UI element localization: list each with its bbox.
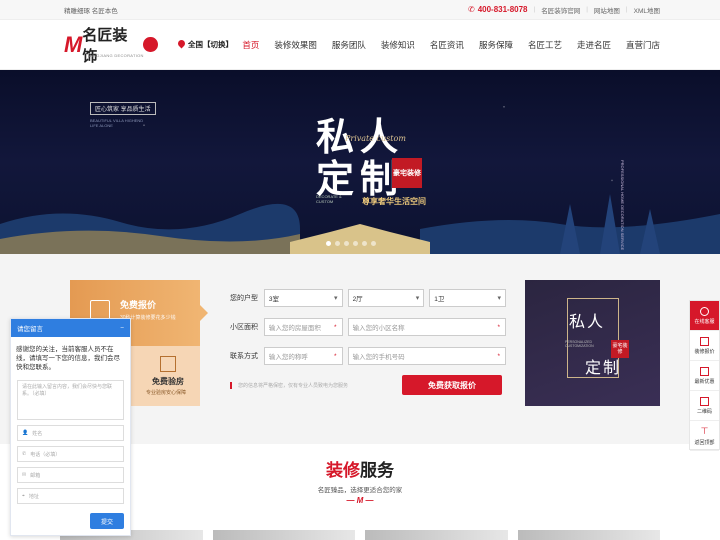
- slider-dot[interactable]: [326, 241, 331, 246]
- phone-field[interactable]: ✆ 电话（必填）: [17, 446, 124, 462]
- nav-knowledge[interactable]: 装修知识: [381, 39, 415, 51]
- phone-input[interactable]: 输入您的手机号码 *: [347, 347, 506, 365]
- thumbnail[interactable]: [517, 530, 660, 540]
- logo[interactable]: M 名匠装饰 MINGJIANG DECORATION: [64, 27, 158, 65]
- banner-slogan: 尊享奢华生活空间: [362, 197, 426, 206]
- city-switcher[interactable]: 全国【切换】: [178, 39, 233, 50]
- banner-tag-sub: BEAUTIFUL VILLA HIGHEND LIFE ALONE: [90, 118, 144, 128]
- arrow-up-icon: ⊤: [700, 425, 709, 436]
- thumbnail[interactable]: [365, 530, 508, 540]
- slider-dot[interactable]: [371, 241, 376, 246]
- banner-vertical-text: PROFESSIONAL HOME DECORATION SERVICE: [620, 160, 625, 251]
- area-input[interactable]: 输入您的房屋面积 *: [263, 318, 343, 336]
- nav-renderings[interactable]: 装修效果图: [274, 39, 317, 51]
- chat-intro: 感谢您的关注，当前客服人员不在线，请填写一下您的信息，我们会尽快和您联系。: [16, 346, 120, 371]
- slider-dot[interactable]: [344, 241, 349, 246]
- baths-select[interactable]: 1卫: [429, 289, 506, 307]
- nav-craft[interactable]: 名匠工艺: [528, 39, 562, 51]
- slider-dot[interactable]: [353, 241, 358, 246]
- sidebar-qrcode[interactable]: 二维码: [690, 391, 719, 421]
- phone-number: 400-831-8078: [477, 5, 528, 14]
- rooms-select[interactable]: 3室: [263, 289, 343, 307]
- gift-icon: [700, 366, 709, 376]
- phone-icon: ✆: [22, 451, 27, 457]
- xml-sitemap-link[interactable]: XML地图: [634, 5, 660, 15]
- topbar-right: ✆ 400-831-8078 | 名匠装饰官网 | 网站地图 | XML地图: [467, 5, 660, 15]
- sidebar-online-service[interactable]: 在线客服: [690, 301, 719, 331]
- banner-script: Private custom: [345, 134, 406, 143]
- sitemap-link[interactable]: 网站地图: [594, 5, 620, 15]
- house-icon: [160, 356, 176, 372]
- free-quote-title: 免费报价: [120, 300, 157, 310]
- chat-header[interactable]: 请您留言 −: [11, 319, 130, 337]
- chat-title: 请您留言: [17, 326, 43, 333]
- service-thumbnails: [60, 530, 660, 540]
- email-field[interactable]: ✉ 邮箱: [17, 467, 124, 483]
- main-nav: 首页 装修效果图 服务团队 装修知识 名匠资讯 服务保障 名匠工艺 走进名匠 直…: [242, 39, 660, 51]
- logo-name: 名匠装饰: [82, 26, 128, 65]
- header: M 名匠装饰 MINGJIANG DECORATION 全国【切换】 首页 装修…: [0, 20, 720, 70]
- nav-guarantee[interactable]: 服务保障: [479, 39, 513, 51]
- slider-dots: [326, 241, 376, 246]
- nav-team[interactable]: 服务团队: [332, 39, 366, 51]
- name-field[interactable]: 👤 姓名: [17, 425, 124, 441]
- nav-news[interactable]: 名匠资讯: [430, 39, 464, 51]
- halls-select[interactable]: 2厅: [347, 289, 425, 307]
- area-label: 小区面积: [230, 324, 258, 331]
- promo-small: PERSONALIZED CUSTOMIZATION: [565, 340, 594, 348]
- banner-small: DECORATE & CUSTOM: [316, 194, 342, 204]
- promo-line2: 定制: [585, 358, 622, 377]
- privacy-note: 您的信息将严格保密，仅有专业人员致电为您服务: [230, 381, 402, 389]
- sidebar-quote[interactable]: 装修报价: [690, 331, 719, 361]
- house-type-row: 您的户型 3室 2厅 1卫: [230, 288, 506, 308]
- phone-icon: ✆: [467, 5, 475, 14]
- hotline[interactable]: ✆ 400-831-8078: [468, 5, 528, 14]
- slider-dot[interactable]: [335, 241, 340, 246]
- free-inspection-sub: 专业验房安心保障: [146, 390, 187, 396]
- submit-row: 您的信息将严格保密，仅有专业人员致电为您服务 免费获取报价: [230, 375, 506, 395]
- banner-tag: 匠心筑家 享品质生活: [90, 102, 156, 115]
- tagline: 精雕细琢 名匠本色: [64, 7, 118, 15]
- house-type-label: 您的户型: [230, 295, 258, 302]
- address-field[interactable]: ⌖ 地址: [17, 488, 124, 504]
- topbar: 精雕细琢 名匠本色 ✆ 400-831-8078 | 名匠装饰官网 | 网站地图 …: [0, 0, 720, 20]
- card-arrow-icon: [200, 305, 208, 321]
- minimize-icon[interactable]: −: [120, 325, 124, 332]
- quote-form: 您的户型 3室 2厅 1卫 小区面积 输入您的房屋面积* 输入您的小区名称* 联…: [230, 288, 506, 395]
- logo-seal-icon: [143, 37, 158, 52]
- official-site-link[interactable]: 名匠装饰官网: [541, 5, 580, 15]
- community-input[interactable]: 输入您的小区名称 *: [347, 318, 506, 336]
- right-sidebar: 在线客服 装修报价 最新优惠 二维码 ⊤ 返回顶部: [689, 300, 720, 451]
- location-pin-icon: [178, 40, 185, 49]
- location-icon: ⌖: [22, 493, 25, 499]
- contact-row: 联系方式 输入您的称呼 * 输入您的手机号码 *: [230, 346, 506, 366]
- headset-icon: [700, 306, 709, 316]
- area-row: 小区面积 输入您的房屋面积 * 输入您的小区名称 *: [230, 317, 506, 337]
- hero-banner[interactable]: 匠心筑家 享品质生活 BEAUTIFUL VILLA HIGHEND LIFE …: [0, 70, 720, 254]
- nav-stores[interactable]: 直营门店: [626, 39, 660, 51]
- logo-sub: MINGJIANG DECORATION: [88, 52, 144, 58]
- contact-label: 联系方式: [230, 353, 258, 360]
- nav-about[interactable]: 走进名匠: [577, 39, 611, 51]
- promo-image[interactable]: 私人 PERSONALIZED CUSTOMIZATION 豪宅装修 定制: [525, 280, 660, 406]
- qrcode-icon: [700, 396, 709, 406]
- free-inspection-title: 免费验房: [152, 377, 184, 386]
- logo-mark-icon: M: [64, 31, 82, 57]
- city-label: 全国【切换】: [188, 40, 233, 49]
- nav-home[interactable]: 首页: [242, 39, 259, 51]
- chat-widget: 请您留言 − 感谢您的关注，当前客服人员不在线，请填写一下您的信息，我们会尽快和…: [10, 318, 131, 536]
- promo-line1: 私人: [569, 312, 606, 331]
- calculator-icon: [700, 336, 709, 346]
- sidebar-back-to-top[interactable]: ⊤ 返回顶部: [690, 421, 719, 451]
- mail-icon: ✉: [22, 472, 27, 478]
- get-quote-button[interactable]: 免费获取报价: [402, 375, 502, 395]
- chat-submit-button[interactable]: 提交: [90, 513, 124, 529]
- slider-dot[interactable]: [362, 241, 367, 246]
- message-textarea[interactable]: 请在此输入留言内容，我们会尽快与您联系。（必填）: [17, 380, 124, 420]
- name-input[interactable]: 输入您的称呼 *: [263, 347, 343, 365]
- banner-stamp: 豪宅装修: [392, 158, 422, 188]
- thumbnail[interactable]: [212, 530, 355, 540]
- sidebar-offers[interactable]: 最新优惠: [690, 361, 719, 391]
- user-icon: 👤: [22, 430, 29, 436]
